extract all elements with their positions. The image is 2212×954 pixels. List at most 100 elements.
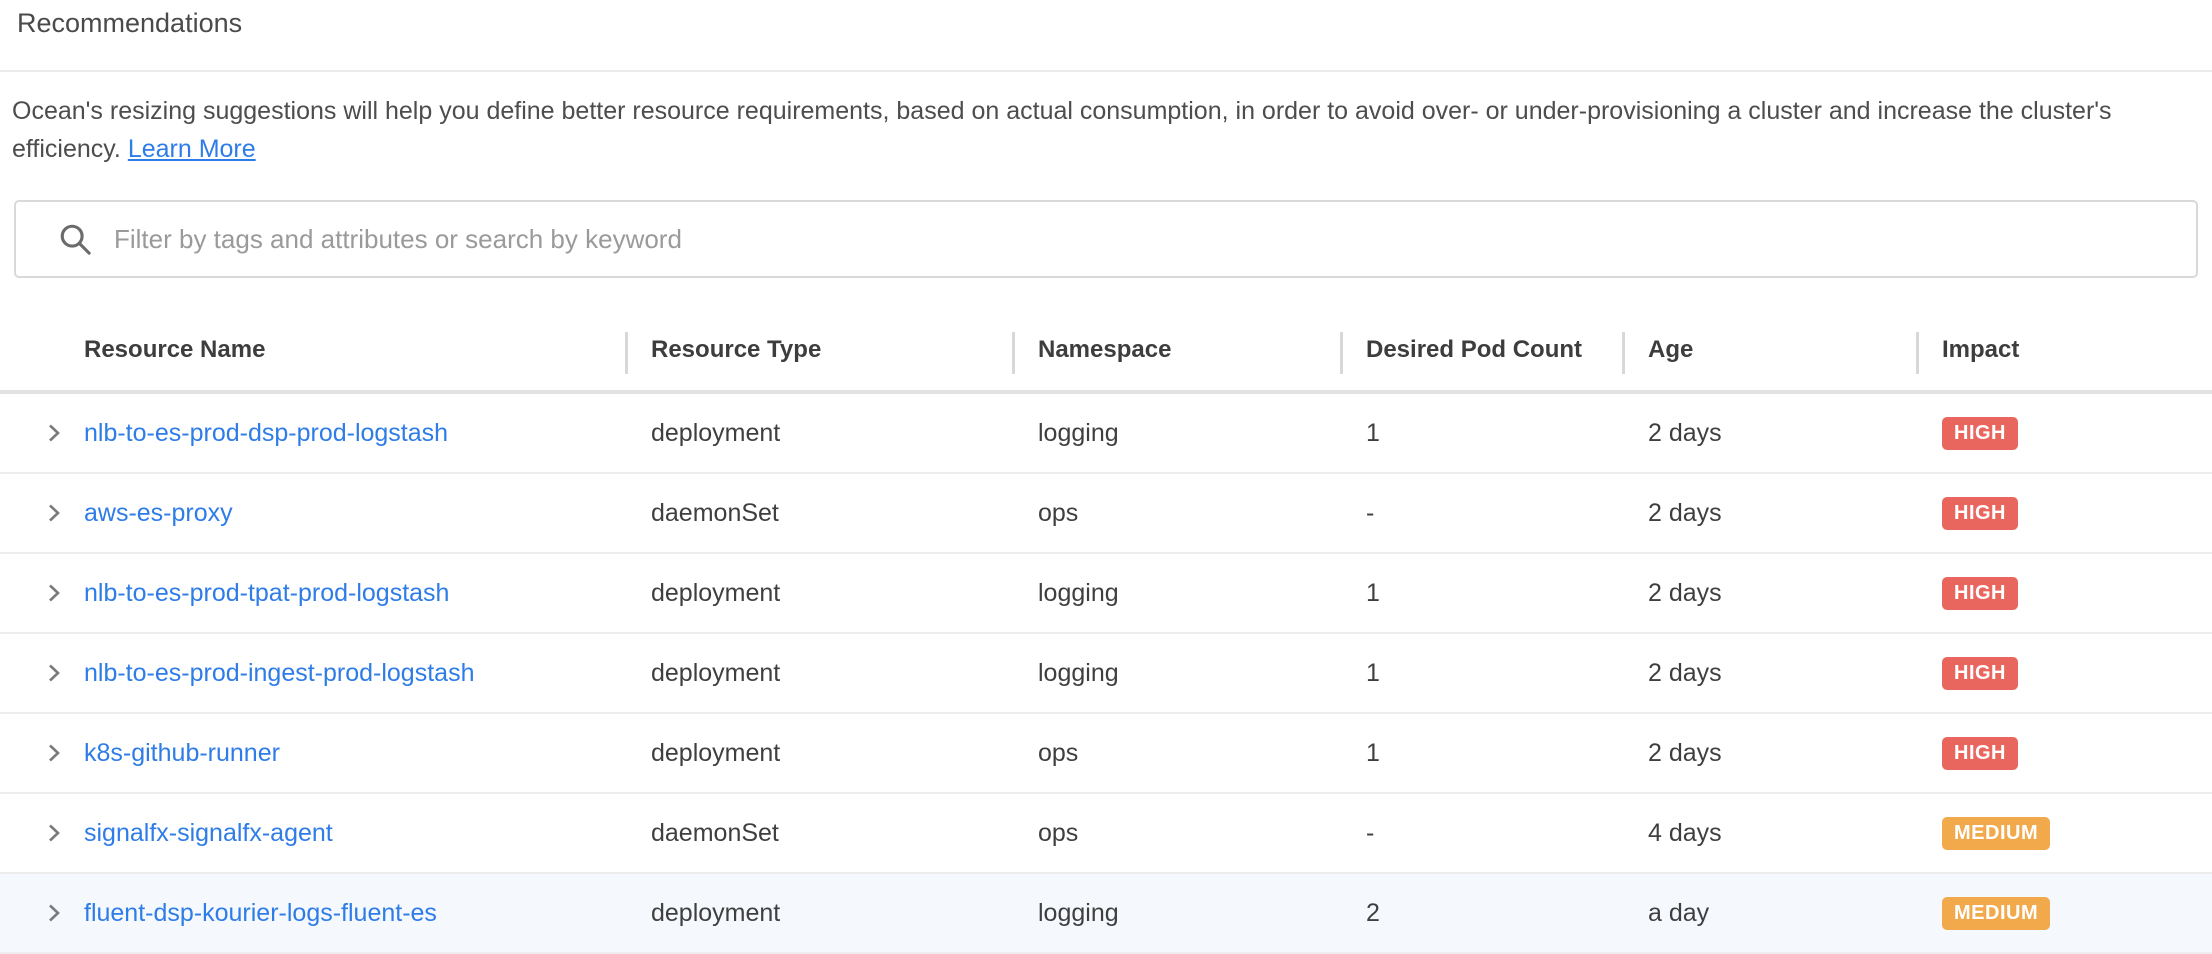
resource-name-cell: k8s-github-runner — [0, 739, 625, 768]
table-header-row: Resource Name Resource Type Namespace De… — [0, 310, 2212, 394]
pod-count-cell: 2 — [1340, 899, 1622, 928]
col-header-label: Impact — [1942, 336, 2019, 364]
table-row[interactable]: fluent-dsp-kourier-logs-fluent-es deploy… — [0, 874, 2212, 954]
resource-name-link[interactable]: nlb-to-es-prod-tpat-prod-logstash — [84, 579, 449, 608]
resource-name-link[interactable]: aws-es-proxy — [84, 499, 233, 528]
namespace-cell: ops — [1012, 819, 1340, 848]
resource-type-cell: deployment — [625, 899, 1012, 928]
row-expand-button[interactable] — [42, 821, 66, 845]
resource-type-cell: daemonSet — [625, 499, 1012, 528]
age-cell: 2 days — [1622, 659, 1916, 688]
col-header-resource-name: Resource Name — [0, 310, 625, 390]
chevron-right-icon — [43, 662, 65, 684]
search-input[interactable] — [114, 209, 2196, 269]
impact-badge: MEDIUM — [1942, 817, 2050, 850]
table-row[interactable]: signalfx-signalfx-agent daemonSet ops - … — [0, 794, 2212, 874]
column-separator — [1916, 332, 1919, 374]
impact-cell: MEDIUM — [1916, 897, 2212, 930]
namespace-cell: logging — [1012, 419, 1340, 448]
pod-count-cell: 1 — [1340, 579, 1622, 608]
row-expand-button[interactable] — [42, 661, 66, 685]
impact-badge: MEDIUM — [1942, 897, 2050, 930]
column-separator — [625, 332, 628, 374]
resource-name-link[interactable]: fluent-dsp-kourier-logs-fluent-es — [84, 899, 437, 928]
pod-count-cell: - — [1340, 819, 1622, 848]
age-cell: a day — [1622, 899, 1916, 928]
col-header-label: Namespace — [1038, 336, 1171, 364]
resource-name-cell: nlb-to-es-prod-dsp-prod-logstash — [0, 419, 625, 448]
col-header-label: Desired Pod Count — [1366, 336, 1582, 364]
impact-badge: HIGH — [1942, 577, 2018, 610]
table-row[interactable]: nlb-to-es-prod-dsp-prod-logstash deploym… — [0, 394, 2212, 474]
impact-cell: MEDIUM — [1916, 817, 2212, 850]
namespace-cell: logging — [1012, 659, 1340, 688]
resource-type-cell: deployment — [625, 739, 1012, 768]
table-row[interactable]: k8s-github-runner deployment ops 1 2 day… — [0, 714, 2212, 794]
column-separator — [1340, 332, 1343, 374]
resource-name-cell: nlb-to-es-prod-ingest-prod-logstash — [0, 659, 625, 688]
impact-badge: HIGH — [1942, 417, 2018, 450]
col-header-label: Age — [1648, 336, 1693, 364]
age-cell: 2 days — [1622, 499, 1916, 528]
chevron-right-icon — [43, 582, 65, 604]
resource-name-link[interactable]: nlb-to-es-prod-ingest-prod-logstash — [84, 659, 474, 688]
resource-name-link[interactable]: signalfx-signalfx-agent — [84, 819, 333, 848]
table-body: nlb-to-es-prod-dsp-prod-logstash deploym… — [0, 394, 2212, 954]
resource-name-link[interactable]: k8s-github-runner — [84, 739, 280, 768]
pod-count-cell: 1 — [1340, 419, 1622, 448]
col-header-resource-type: Resource Type — [625, 310, 1012, 390]
age-cell: 2 days — [1622, 579, 1916, 608]
impact-cell: HIGH — [1916, 417, 2212, 450]
resource-name-cell: nlb-to-es-prod-tpat-prod-logstash — [0, 579, 625, 608]
resource-name-cell: signalfx-signalfx-agent — [0, 819, 625, 848]
row-expand-button[interactable] — [42, 421, 66, 445]
table-row[interactable]: aws-es-proxy daemonSet ops - 2 days HIGH — [0, 474, 2212, 554]
impact-badge: HIGH — [1942, 497, 2018, 530]
impact-cell: HIGH — [1916, 577, 2212, 610]
impact-badge: HIGH — [1942, 657, 2018, 690]
search-icon — [58, 222, 92, 256]
resource-type-cell: deployment — [625, 659, 1012, 688]
age-cell: 2 days — [1622, 739, 1916, 768]
column-separator — [1622, 332, 1625, 374]
search-box[interactable] — [14, 200, 2198, 278]
namespace-cell: logging — [1012, 579, 1340, 608]
col-header-desired-pod-count: Desired Pod Count — [1340, 310, 1622, 390]
age-cell: 2 days — [1622, 419, 1916, 448]
resource-name-cell: aws-es-proxy — [0, 499, 625, 528]
table-row[interactable]: nlb-to-es-prod-ingest-prod-logstash depl… — [0, 634, 2212, 714]
page-description: Ocean's resizing suggestions will help y… — [12, 92, 2200, 168]
learn-more-link[interactable]: Learn More — [128, 135, 256, 163]
row-expand-button[interactable] — [42, 501, 66, 525]
col-header-label: Resource Type — [651, 336, 821, 364]
pod-count-cell: 1 — [1340, 659, 1622, 688]
impact-cell: HIGH — [1916, 737, 2212, 770]
page-title: Recommendations — [17, 8, 242, 39]
table-row[interactable]: nlb-to-es-prod-tpat-prod-logstash deploy… — [0, 554, 2212, 634]
age-cell: 4 days — [1622, 819, 1916, 848]
row-expand-button[interactable] — [42, 901, 66, 925]
chevron-right-icon — [43, 502, 65, 524]
resource-type-cell: deployment — [625, 419, 1012, 448]
chevron-right-icon — [43, 422, 65, 444]
recommendations-table: Resource Name Resource Type Namespace De… — [0, 310, 2212, 954]
namespace-cell: ops — [1012, 499, 1340, 528]
resource-name-link[interactable]: nlb-to-es-prod-dsp-prod-logstash — [84, 419, 448, 448]
col-header-label: Resource Name — [84, 336, 265, 364]
namespace-cell: logging — [1012, 899, 1340, 928]
row-expand-button[interactable] — [42, 581, 66, 605]
pod-count-cell: 1 — [1340, 739, 1622, 768]
col-header-namespace: Namespace — [1012, 310, 1340, 390]
chevron-right-icon — [43, 822, 65, 844]
resource-type-cell: deployment — [625, 579, 1012, 608]
impact-badge: HIGH — [1942, 737, 2018, 770]
pod-count-cell: - — [1340, 499, 1622, 528]
description-text: Ocean's resizing suggestions will help y… — [12, 97, 2112, 163]
row-expand-button[interactable] — [42, 741, 66, 765]
column-separator — [1012, 332, 1015, 374]
impact-cell: HIGH — [1916, 657, 2212, 690]
impact-cell: HIGH — [1916, 497, 2212, 530]
chevron-right-icon — [43, 902, 65, 924]
resource-type-cell: daemonSet — [625, 819, 1012, 848]
col-header-impact: Impact — [1916, 310, 2212, 390]
